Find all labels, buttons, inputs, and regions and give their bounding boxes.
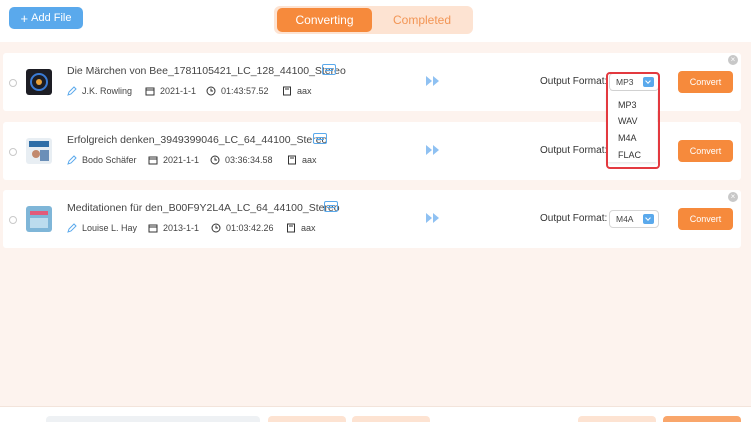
add-file-button[interactable]: + Add File [9, 7, 83, 29]
pen-icon [67, 86, 77, 96]
tab-completed[interactable]: Completed [374, 8, 470, 32]
clock-icon [210, 155, 220, 165]
plus-icon: + [20, 10, 29, 26]
convert-all-button[interactable] [663, 416, 741, 422]
author-meta: Bodo Schäfer [67, 155, 137, 165]
bottom-toolbar [0, 406, 751, 422]
select-item-radio[interactable] [9, 216, 17, 224]
source-format: aax [301, 223, 316, 233]
item-title: Die Märchen von Bee_1781105421_LC_128_44… [67, 65, 346, 77]
convert-button[interactable]: Convert [678, 140, 733, 162]
calendar-icon [145, 87, 155, 96]
output-format-select[interactable]: M4A [609, 210, 659, 228]
author-meta: J.K. Rowling [67, 86, 132, 96]
item-title: Meditationen für den_B00F9Y2L4A_LC_64_44… [67, 202, 340, 214]
format-meta: aax [286, 223, 316, 233]
selected-format: M4A [616, 214, 634, 224]
release-date: 2021-1-1 [160, 86, 197, 96]
remove-item-icon[interactable]: × [728, 55, 738, 65]
format-option-mp3[interactable]: MP3 [618, 100, 637, 110]
output-format-select[interactable]: MP3 [609, 73, 659, 91]
add-file-label: Add File [31, 12, 72, 24]
double-chevron-right-icon [426, 76, 439, 86]
file-icon [288, 155, 296, 165]
pen-icon [67, 155, 77, 165]
details-icon[interactable] [322, 64, 336, 75]
select-item-radio[interactable] [9, 148, 17, 156]
convert-button[interactable]: Convert [678, 208, 733, 230]
audiobook-item: × Meditationen für den_B00F9Y2L4A_LC_64_… [3, 190, 741, 248]
double-chevron-right-icon [426, 213, 439, 223]
calendar-icon [148, 224, 158, 233]
file-icon [283, 86, 291, 96]
selected-format: MP3 [616, 77, 634, 87]
date-meta: 2021-1-1 [148, 155, 199, 165]
duration: 01:03:42.26 [226, 223, 274, 233]
clock-icon [206, 86, 216, 96]
format-meta: aax [287, 155, 317, 165]
status-tabs: Converting Completed [274, 6, 473, 34]
select-item-radio[interactable] [9, 79, 17, 87]
date-meta: 2013-1-1 [148, 223, 199, 233]
author-meta: Louise L. Hay [67, 223, 137, 233]
tab-converting[interactable]: Converting [277, 8, 372, 32]
output-format-label: Output Format: [540, 145, 608, 156]
item-title: Erfolgreich denken_3949399046_LC_64_4410… [67, 134, 328, 146]
format-meta: aax [282, 86, 312, 96]
author-name: Louise L. Hay [82, 223, 138, 233]
bottom-button[interactable] [578, 416, 656, 422]
chevron-down-icon[interactable] [643, 77, 654, 87]
release-date: 2021-1-1 [163, 155, 200, 165]
source-format: aax [302, 155, 317, 165]
release-date: 2013-1-1 [163, 223, 200, 233]
duration-meta: 01:43:57.52 [206, 86, 269, 96]
date-meta: 2021-1-1 [145, 86, 196, 96]
top-toolbar: + Add File Converting Completed [0, 0, 751, 42]
clock-icon [211, 223, 221, 233]
duration: 03:36:34.58 [225, 155, 273, 165]
book-cover-thumbnail [26, 69, 52, 95]
pen-icon [67, 223, 77, 233]
chevron-down-icon[interactable] [643, 214, 654, 224]
remove-item-icon[interactable]: × [728, 192, 738, 202]
book-cover-thumbnail [26, 138, 52, 164]
format-option-m4a[interactable]: M4A [618, 133, 637, 143]
duration-meta: 01:03:42.26 [211, 223, 274, 233]
source-format: aax [297, 86, 312, 96]
author-name: Bodo Schäfer [82, 155, 137, 165]
duration: 01:43:57.52 [221, 86, 269, 96]
bottom-button[interactable] [268, 416, 346, 422]
output-format-label: Output Format: [540, 76, 608, 87]
duration-meta: 03:36:34.58 [210, 155, 273, 165]
details-icon[interactable] [313, 133, 327, 144]
double-chevron-right-icon [426, 145, 439, 155]
calendar-icon [148, 156, 158, 165]
book-cover-thumbnail [26, 206, 52, 232]
format-option-flac[interactable]: FLAC [618, 150, 641, 160]
format-option-wav[interactable]: WAV [618, 116, 638, 126]
details-icon[interactable] [324, 201, 338, 212]
file-icon [287, 223, 295, 233]
bottom-button[interactable] [352, 416, 430, 422]
output-format-label: Output Format: [540, 213, 608, 224]
convert-button[interactable]: Convert [678, 71, 733, 93]
output-path-field[interactable] [46, 416, 260, 422]
author-name: J.K. Rowling [82, 86, 133, 96]
output-format-dropdown: MP3 WAV M4A FLAC [607, 91, 657, 162]
